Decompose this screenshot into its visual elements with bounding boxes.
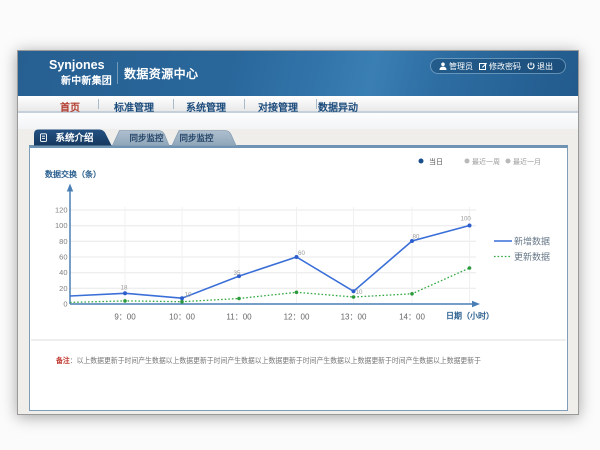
svg-text:12：00: 12：00 [284,312,310,321]
svg-text:120: 120 [55,205,68,214]
svg-text:11：00: 11：00 [226,312,252,321]
svg-text:新增数据: 新增数据 [514,235,550,246]
svg-text:最近一周: 最近一周 [472,156,500,165]
svg-text:10: 10 [185,291,192,298]
svg-text:20: 20 [59,283,67,292]
svg-text:数据交换（条）: 数据交换（条） [45,169,101,179]
svg-text:最近一月: 最近一月 [513,156,541,165]
svg-text:9：00: 9：00 [114,312,136,321]
svg-text:0: 0 [63,299,67,308]
svg-text:100: 100 [55,221,68,230]
svg-text:60: 60 [298,250,305,257]
svg-text:当日: 当日 [429,156,443,165]
svg-text:更新数据: 更新数据 [514,251,550,262]
svg-text:日期（小时）: 日期（小时） [446,310,494,320]
svg-text:10：00: 10：00 [169,312,195,321]
svg-text:60: 60 [59,252,67,261]
svg-text:备注：以上数据更新于时间产生数据以上数据更新于时间产生数据以: 备注：以上数据更新于时间产生数据以上数据更新于时间产生数据以上数据更新于时间产生… [55,355,481,365]
svg-text:18: 18 [121,284,128,291]
svg-text:13：00: 13：00 [341,312,367,321]
svg-text:40: 40 [59,268,67,277]
svg-text:系统介绍: 系统介绍 [56,132,94,144]
svg-text:14：00: 14：00 [399,312,425,321]
svg-text:同步监控: 同步监控 [180,133,215,143]
svg-text:同步监控: 同步监控 [130,133,165,143]
svg-text:80: 80 [413,233,420,240]
svg-text:100: 100 [461,215,472,222]
svg-text:80: 80 [59,236,67,245]
svg-text:10: 10 [356,289,363,296]
svg-text:35: 35 [234,270,241,277]
